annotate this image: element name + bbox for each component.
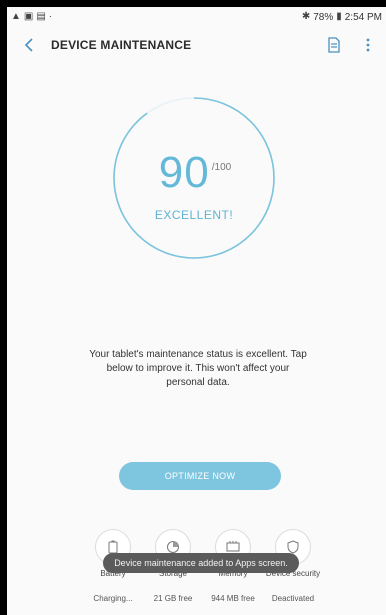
status-bar: ▲ ▣ ▤ · ✱ 78% ▮ 2:54 PM [7,7,386,27]
status-bar-left: ▲ ▣ ▤ · [11,12,52,22]
score-max: /100 [211,162,232,173]
category-value: 944 MB free [211,594,255,603]
category-value: Charging... [93,594,133,603]
score-value: 90 [158,148,210,197]
toast-message: Device maintenance added to Apps screen. [103,553,299,573]
status-bar-right: ✱ 78% ▮ 2:54 PM [302,12,382,23]
optimize-now-button[interactable]: OPTIMIZE NOW [119,462,281,490]
screen: ▲ ▣ ▤ · ✱ 78% ▮ 2:54 PM DEVICE MAINTENAN… [7,7,386,615]
bluetooth-icon: ✱ [301,11,311,22]
clock: 2:54 PM [344,11,382,23]
battery-percent: 78% [313,11,334,23]
report-button[interactable] [322,31,346,59]
score-display: 90/100 [112,148,276,198]
category-value: 21 GB free [153,594,193,603]
image-icon: ▤ [36,11,46,22]
more-vertical-icon [366,38,370,52]
chevron-left-icon [24,38,33,52]
category-value: Deactivated [271,594,315,603]
page-title: DEVICE MAINTENANCE [51,38,192,52]
more-options-button[interactable] [356,31,380,59]
score-status: EXCELLENT! [154,208,234,222]
dot-icon: · [48,11,53,22]
score-gauge: 90/100 EXCELLENT! [112,96,276,260]
app-bar: DEVICE MAINTENANCE [7,27,386,63]
report-icon [328,37,340,53]
battery-icon: ▮ [336,11,342,22]
warning-icon: ▲ [11,11,21,22]
screenshot-icon: ▣ [23,11,34,22]
app-bar-actions [322,31,380,59]
back-button[interactable] [15,31,43,59]
status-description: Your tablet's maintenance status is exce… [89,349,307,388]
